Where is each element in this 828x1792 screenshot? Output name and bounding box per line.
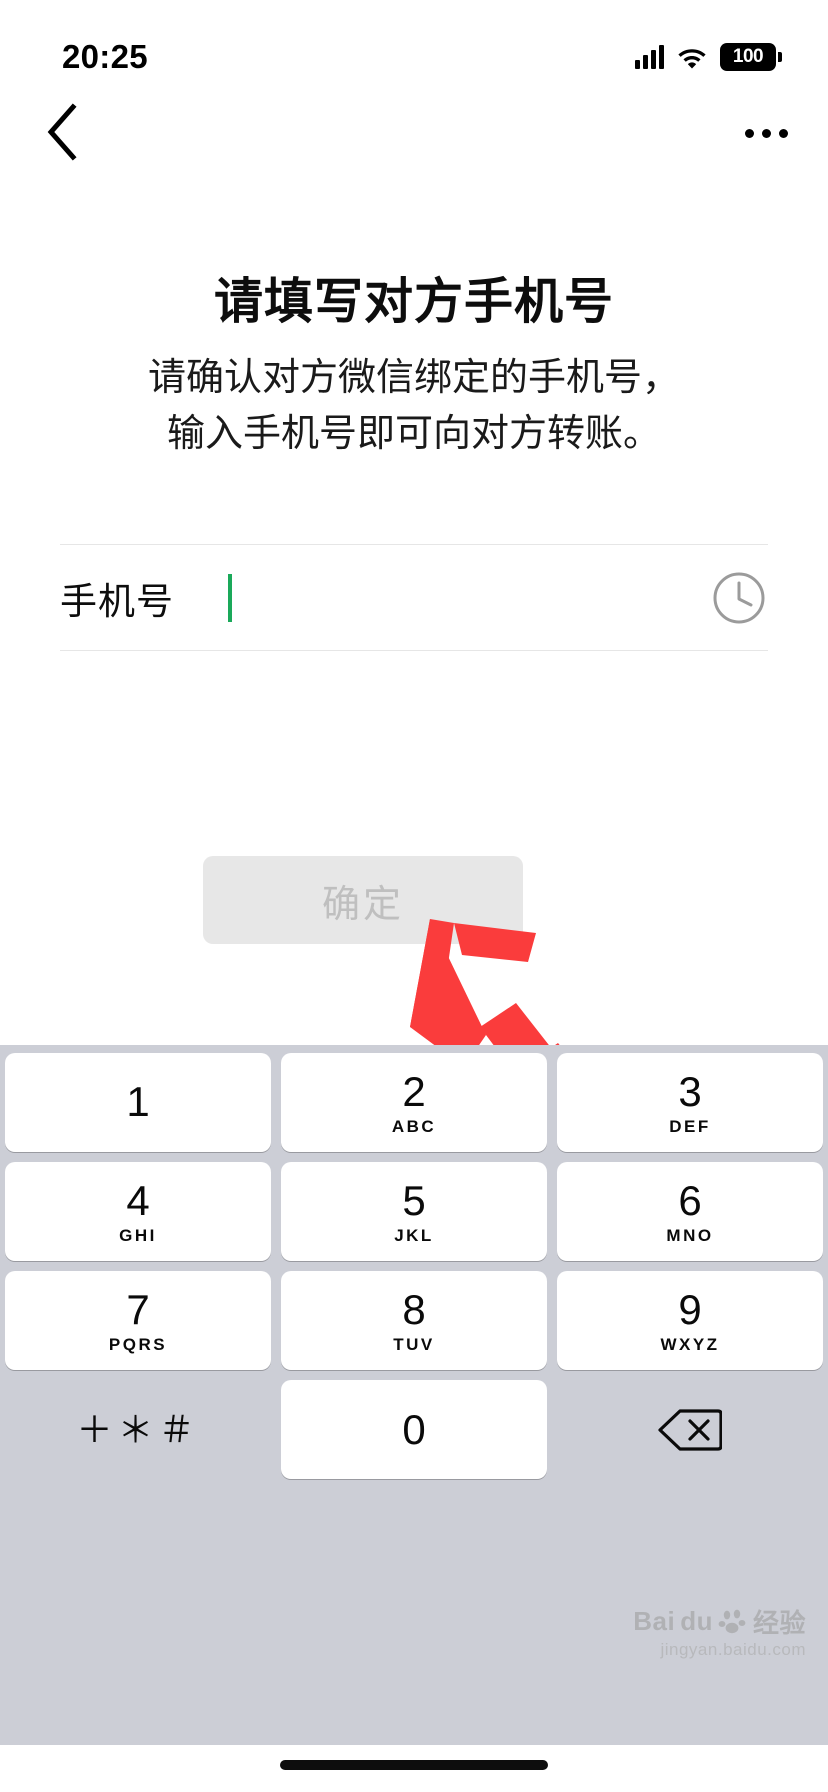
key-7[interactable]: 7 PQRS bbox=[5, 1271, 271, 1370]
key-digit: 8 bbox=[402, 1285, 426, 1333]
page-subtitle: 请确认对方微信绑定的手机号， 输入手机号即可向对方转账。 bbox=[0, 350, 828, 462]
chevron-left-icon bbox=[47, 103, 77, 161]
more-options-button[interactable] bbox=[734, 104, 798, 162]
key-4[interactable]: 4 GHI bbox=[5, 1162, 271, 1261]
text-caret bbox=[228, 573, 232, 622]
page-subtitle-line-2: 输入手机号即可向对方转账。 bbox=[166, 413, 661, 455]
keyboard-row: 1 2 ABC 3 DEF bbox=[0, 1053, 828, 1152]
home-indicator bbox=[280, 1760, 548, 1770]
more-options-icon bbox=[744, 128, 754, 138]
key-6[interactable]: 6 MNO bbox=[557, 1162, 823, 1261]
keyboard-row: 7 PQRS 8 TUV 9 WXYZ bbox=[0, 1271, 828, 1370]
key-letters: TUV bbox=[393, 1334, 435, 1354]
key-2[interactable]: 2 ABC bbox=[281, 1053, 547, 1152]
key-0[interactable]: 0 bbox=[281, 1380, 547, 1479]
page-title: 请填写对方手机号 bbox=[213, 275, 614, 329]
key-3[interactable]: 3 DEF bbox=[557, 1053, 823, 1152]
phone-number-label: 手机号 bbox=[60, 580, 174, 622]
key-symbols-label: ＋＊＃ bbox=[76, 1408, 200, 1450]
phone-number-field-row[interactable]: 手机号 bbox=[60, 545, 768, 650]
key-5[interactable]: 5 JKL bbox=[281, 1162, 547, 1261]
key-9[interactable]: 9 WXYZ bbox=[557, 1271, 823, 1370]
history-button[interactable] bbox=[710, 569, 768, 627]
battery-level-label: 100 bbox=[732, 46, 764, 67]
wifi-icon bbox=[678, 49, 706, 69]
keyboard-row: ＋＊＃ 0 bbox=[0, 1380, 828, 1479]
key-letters: JKL bbox=[394, 1225, 434, 1245]
key-backspace[interactable] bbox=[557, 1380, 823, 1479]
key-digit: 1 bbox=[126, 1077, 150, 1125]
key-digit: 3 bbox=[678, 1067, 702, 1115]
status-bar: 20:25 100 bbox=[0, 0, 828, 92]
back-button[interactable] bbox=[30, 100, 94, 164]
status-bar-indicators: 100 bbox=[635, 43, 782, 71]
watermark-brand: Bai bbox=[633, 1606, 676, 1636]
key-digit: 4 bbox=[126, 1176, 150, 1224]
backspace-delete-icon bbox=[658, 1408, 722, 1451]
baidu-paw-icon bbox=[718, 1609, 746, 1633]
key-digit: 0 bbox=[402, 1405, 426, 1453]
watermark: Bai du 经验 jingyan.baidu.com bbox=[633, 1603, 806, 1660]
confirm-button-label: 确定 bbox=[321, 883, 404, 926]
key-digit: 9 bbox=[678, 1285, 702, 1333]
signal-bars-icon bbox=[635, 45, 664, 69]
key-symbols[interactable]: ＋＊＃ bbox=[5, 1380, 271, 1479]
more-options-icon bbox=[761, 128, 771, 138]
battery-full-icon: 100 bbox=[720, 43, 782, 71]
page-subtitle-line-1: 请确认对方微信绑定的手机号， bbox=[147, 357, 680, 399]
keyboard-row: 4 GHI 5 JKL 6 MNO bbox=[0, 1162, 828, 1261]
key-letters: GHI bbox=[119, 1225, 157, 1245]
key-letters: MNO bbox=[666, 1225, 714, 1245]
key-8[interactable]: 8 TUV bbox=[281, 1271, 547, 1370]
key-letters: PQRS bbox=[108, 1334, 168, 1354]
key-digit: 2 bbox=[402, 1067, 426, 1115]
key-1[interactable]: 1 bbox=[5, 1053, 271, 1152]
more-options-icon bbox=[778, 128, 788, 138]
key-letters: ABC bbox=[391, 1116, 437, 1136]
key-digit: 6 bbox=[678, 1176, 702, 1224]
navigation-bar bbox=[0, 92, 828, 182]
clock-history-icon bbox=[713, 572, 765, 623]
watermark-brand-suffix: du bbox=[680, 1606, 713, 1636]
phone-number-input[interactable] bbox=[228, 545, 710, 650]
key-digit: 5 bbox=[402, 1176, 426, 1224]
status-bar-time: 20:25 bbox=[62, 38, 148, 75]
key-digit: 7 bbox=[126, 1285, 150, 1333]
watermark-domain: jingyan.baidu.com bbox=[660, 1640, 806, 1659]
watermark-label: 经验 bbox=[752, 1608, 806, 1638]
phone-screen: 20:25 100 请填写对方手机号 请确认对方微信绑定的手机号， 输入手机号即… bbox=[0, 0, 828, 1792]
confirm-button[interactable]: 确定 bbox=[203, 856, 523, 944]
key-letters: DEF bbox=[669, 1116, 711, 1136]
field-divider-bottom bbox=[60, 650, 768, 651]
key-letters: WXYZ bbox=[660, 1334, 720, 1354]
